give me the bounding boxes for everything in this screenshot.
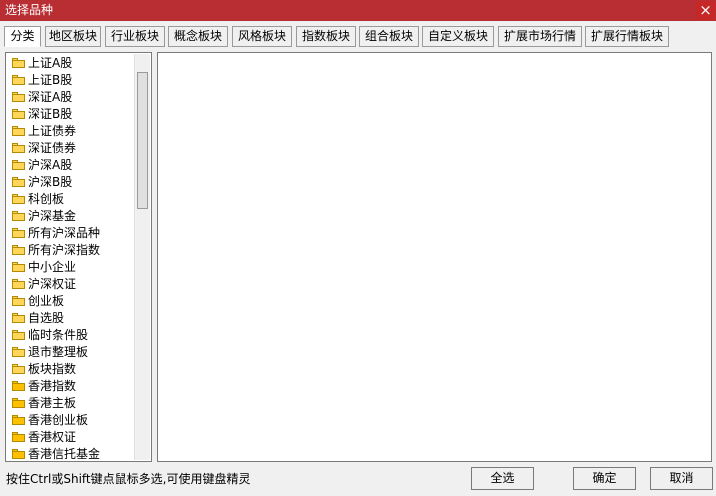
tree-item-label: 深证A股 [28, 90, 73, 104]
window-title: 选择品种 [5, 3, 54, 17]
tree-item[interactable]: 退市整理板 [6, 344, 136, 361]
folder-icon [12, 432, 25, 442]
tree-item[interactable]: 科创板 [6, 191, 136, 208]
folder-icon [12, 75, 25, 85]
folder-icon [12, 279, 25, 289]
tree-item-label: 创业板 [28, 294, 65, 308]
folder-icon [12, 194, 25, 204]
tree-scrollbar[interactable] [134, 54, 150, 460]
tree-item[interactable]: 香港主板 [6, 395, 136, 412]
folder-icon [12, 109, 25, 119]
tree-item-label: 香港信托基金 [28, 447, 101, 461]
tree-item-label: 香港指数 [28, 379, 77, 393]
tree-item[interactable]: 所有沪深品种 [6, 225, 136, 242]
folder-icon [12, 398, 25, 408]
tree-item[interactable]: 香港权证 [6, 429, 136, 446]
tab-extended-sector[interactable]: 扩展行情板块 [585, 26, 669, 47]
tree-item-label: 退市整理板 [28, 345, 89, 359]
folder-icon [12, 415, 25, 425]
category-tree-panel[interactable]: 上证A股上证B股深证A股深证B股上证债券深证债券沪深A股沪深B股科创板沪深基金所… [5, 52, 152, 462]
tab-custom[interactable]: 自定义板块 [422, 26, 494, 47]
tree-item[interactable]: 上证B股 [6, 72, 136, 89]
select-all-button[interactable]: 全选 [471, 467, 534, 490]
tree-item[interactable]: 上证债券 [6, 123, 136, 140]
tree-item[interactable]: 香港指数 [6, 378, 136, 395]
ok-button[interactable]: 确定 [573, 467, 636, 490]
folder-icon [12, 160, 25, 170]
folder-icon [12, 347, 25, 357]
tree-item-label: 香港权证 [28, 430, 77, 444]
tree-item-label: 所有沪深指数 [28, 243, 101, 257]
tab-category[interactable]: 分类 [4, 26, 41, 47]
category-tree: 上证A股上证B股深证A股深证B股上证债券深证债券沪深A股沪深B股科创板沪深基金所… [6, 55, 136, 461]
folder-icon [12, 449, 25, 459]
tree-item[interactable]: 所有沪深指数 [6, 242, 136, 259]
scroll-thumb[interactable] [137, 72, 148, 209]
folder-icon [12, 296, 25, 306]
folder-icon [12, 262, 25, 272]
tab-combination[interactable]: 组合板块 [359, 26, 419, 47]
tree-item[interactable]: 沪深A股 [6, 157, 136, 174]
tab-concept[interactable]: 概念板块 [168, 26, 228, 47]
tree-item[interactable]: 沪深B股 [6, 174, 136, 191]
tab-extended-market[interactable]: 扩展市场行情 [498, 26, 582, 47]
folder-icon [12, 126, 25, 136]
cancel-button[interactable]: 取消 [650, 467, 713, 490]
folder-icon [12, 245, 25, 255]
tab-industry[interactable]: 行业板块 [105, 26, 165, 47]
tree-item-label: 沪深A股 [28, 158, 73, 172]
tab-index[interactable]: 指数板块 [296, 26, 356, 47]
tree-item-label: 上证债券 [28, 124, 77, 138]
tree-item[interactable]: 板块指数 [6, 361, 136, 378]
tree-item-label: 沪深B股 [28, 175, 73, 189]
folder-icon [12, 364, 25, 374]
tree-item[interactable]: 深证A股 [6, 89, 136, 106]
tree-item-label: 沪深权证 [28, 277, 77, 291]
folder-icon [12, 381, 25, 391]
folder-icon [12, 177, 25, 187]
tree-item-label: 科创板 [28, 192, 65, 206]
tree-item-label: 香港主板 [28, 396, 77, 410]
tree-item[interactable]: 中小企业 [6, 259, 136, 276]
folder-icon [12, 313, 25, 323]
instrument-list-panel[interactable] [157, 52, 712, 462]
tree-item[interactable]: 香港创业板 [6, 412, 136, 429]
title-bar: 选择品种 × [0, 0, 716, 21]
tree-item-label: 深证B股 [28, 107, 73, 121]
tree-item-label: 板块指数 [28, 362, 77, 376]
tree-item[interactable]: 沪深权证 [6, 276, 136, 293]
tree-item[interactable]: 香港信托基金 [6, 446, 136, 461]
close-icon: × [699, 1, 712, 19]
selection-hint: 按住Ctrl或Shift键点鼠标多选,可使用键盘精灵 [6, 472, 251, 486]
folder-icon [12, 330, 25, 340]
tree-item[interactable]: 临时条件股 [6, 327, 136, 344]
tree-item[interactable]: 深证B股 [6, 106, 136, 123]
tree-item-label: 深证债券 [28, 141, 77, 155]
tree-item[interactable]: 自选股 [6, 310, 136, 327]
tab-region[interactable]: 地区板块 [45, 26, 101, 47]
folder-icon [12, 143, 25, 153]
tree-item-label: 自选股 [28, 311, 65, 325]
tree-item-label: 临时条件股 [28, 328, 89, 342]
tree-item-label: 香港创业板 [28, 413, 89, 427]
close-button[interactable]: × [696, 1, 715, 20]
tree-item[interactable]: 创业板 [6, 293, 136, 310]
tree-item[interactable]: 上证A股 [6, 55, 136, 72]
tree-item-label: 上证B股 [28, 73, 73, 87]
tree-item-label: 中小企业 [28, 260, 77, 274]
folder-icon [12, 228, 25, 238]
folder-icon [12, 211, 25, 221]
tree-item-label: 上证A股 [28, 56, 73, 70]
tab-style[interactable]: 风格板块 [232, 26, 292, 47]
tree-item-label: 所有沪深品种 [28, 226, 101, 240]
tree-item-label: 沪深基金 [28, 209, 77, 223]
tree-item[interactable]: 沪深基金 [6, 208, 136, 225]
folder-icon [12, 92, 25, 102]
tree-item[interactable]: 深证债券 [6, 140, 136, 157]
folder-icon [12, 58, 25, 68]
